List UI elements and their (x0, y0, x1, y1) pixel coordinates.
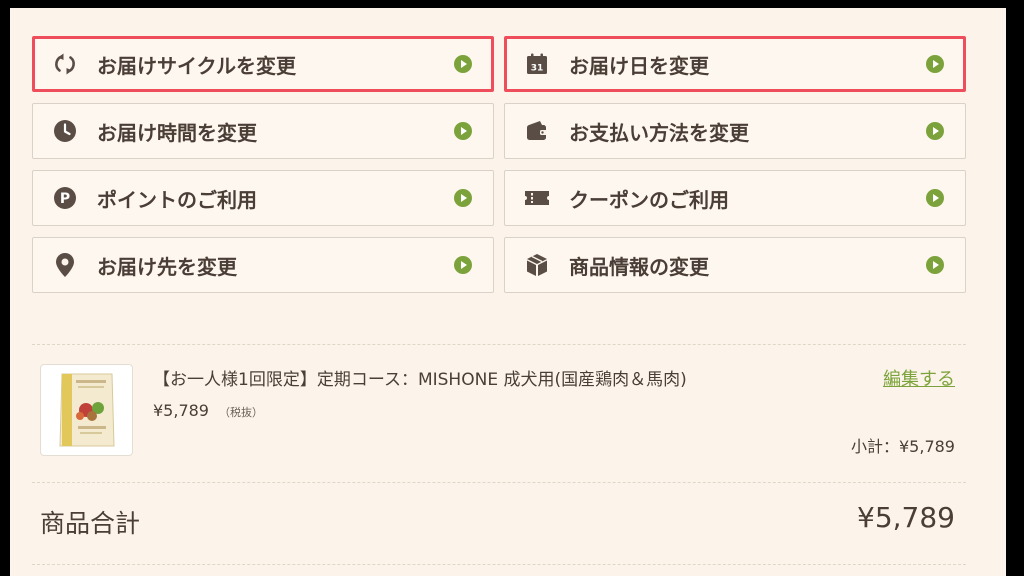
change-product-info-button[interactable]: 商品情報の変更 (504, 237, 966, 293)
arrow-right-circle-icon (454, 55, 472, 73)
section-divider (32, 344, 966, 345)
wallet-icon (523, 117, 551, 145)
edit-product-link[interactable]: 編集する (883, 365, 955, 391)
use-points-label: ポイントのご利用 (97, 187, 257, 212)
location-pin-icon (51, 251, 79, 279)
ticket-icon (523, 184, 551, 212)
menu-grid: お届けサイクルを変更 31 お届け日を変更 お届け時間を変更 お支払い方法を変更… (32, 36, 966, 293)
points-letter: P (60, 191, 70, 207)
points-icon: P (51, 184, 79, 212)
dog-food-bag-image (58, 373, 115, 447)
use-points-button[interactable]: P ポイントのご利用 (32, 170, 494, 226)
arrow-right-circle-icon (454, 256, 472, 274)
product-image (40, 364, 133, 456)
change-date-button[interactable]: 31 お届け日を変更 (504, 36, 966, 92)
arrow-right-circle-icon (926, 55, 944, 73)
change-address-label: お届け先を変更 (97, 254, 237, 279)
product-subtotal: 小計：¥5,789 (851, 437, 955, 456)
change-time-button[interactable]: お届け時間を変更 (32, 103, 494, 159)
tax-note: （税抜） (218, 406, 263, 419)
section-divider (32, 564, 966, 565)
change-cycle-label: お届けサイクルを変更 (97, 53, 296, 78)
arrow-right-circle-icon (926, 189, 944, 207)
total-label: 商品合計 (40, 509, 141, 538)
arrow-right-circle-icon (926, 256, 944, 274)
use-coupon-button[interactable]: クーポンのご利用 (504, 170, 966, 226)
arrow-right-circle-icon (454, 122, 472, 140)
change-payment-label: お支払い方法を変更 (569, 120, 749, 145)
product-price-value: ¥5,789 (153, 401, 209, 420)
change-date-label: お届け日を変更 (569, 53, 709, 78)
box-icon (523, 251, 551, 279)
section-divider (32, 482, 966, 483)
product-name: 【お一人様1回限定】定期コース：MISHONE 成犬用(国産鶏肉＆馬肉) (153, 370, 687, 390)
use-coupon-label: クーポンのご利用 (569, 187, 729, 212)
change-time-label: お届け時間を変更 (97, 120, 257, 145)
clock-icon (51, 117, 79, 145)
change-product-info-label: 商品情報の変更 (569, 254, 709, 279)
order-settings-panel: お届けサイクルを変更 31 お届け日を変更 お届け時間を変更 お支払い方法を変更… (10, 8, 1006, 576)
calendar-icon: 31 (523, 50, 551, 78)
change-cycle-button[interactable]: お届けサイクルを変更 (32, 36, 494, 92)
total-value: ¥5,789 (857, 501, 955, 534)
arrow-right-circle-icon (926, 122, 944, 140)
change-payment-button[interactable]: お支払い方法を変更 (504, 103, 966, 159)
change-address-button[interactable]: お届け先を変更 (32, 237, 494, 293)
product-price: ¥5,789 （税抜） (153, 401, 263, 420)
refresh-cycle-icon (51, 50, 79, 78)
arrow-right-circle-icon (454, 189, 472, 207)
calendar-day: 31 (531, 64, 544, 74)
